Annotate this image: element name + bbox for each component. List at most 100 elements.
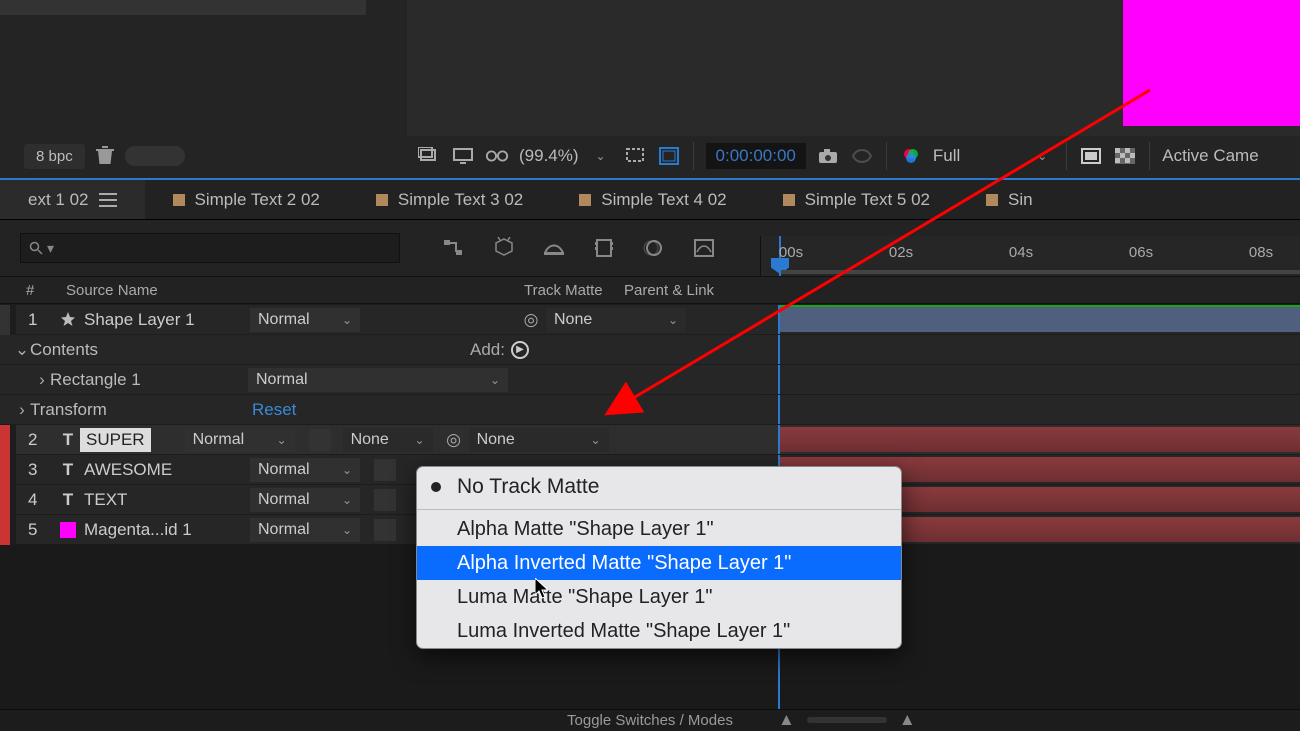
col-hash[interactable]: # bbox=[16, 282, 56, 299]
blend-mode-dropdown[interactable]: Normal⌄ bbox=[250, 458, 360, 482]
layer-color-label[interactable] bbox=[0, 425, 10, 455]
matte-toggle[interactable] bbox=[374, 459, 396, 481]
transform-label: Transform bbox=[30, 400, 252, 420]
parent-dropdown[interactable]: None⌄ bbox=[546, 308, 686, 332]
rectangle-label: Rectangle 1 bbox=[50, 370, 248, 390]
menu-separator bbox=[417, 509, 901, 510]
text-layer-icon: T bbox=[56, 430, 80, 450]
work-area-bar[interactable] bbox=[781, 270, 1300, 274]
twisty-right-icon[interactable]: › bbox=[34, 370, 50, 390]
layer-columns-header: # Source Name Track Matte Parent & Link bbox=[0, 276, 1300, 304]
layer-num: 3 bbox=[16, 460, 56, 480]
hide-shy-icon[interactable] bbox=[540, 234, 568, 262]
matte-toggle[interactable] bbox=[374, 489, 396, 511]
matte-toggle[interactable] bbox=[374, 519, 396, 541]
blend-mode-dropdown[interactable]: Normal⌄ bbox=[250, 308, 360, 332]
viewer-resolution[interactable]: Full bbox=[933, 146, 960, 166]
layer-color-label[interactable] bbox=[0, 305, 10, 335]
track-matte-menu[interactable]: No Track Matte Alpha Matte "Shape Layer … bbox=[416, 466, 902, 649]
timeline-tabs: ext 1 02 Simple Text 2 02 Simple Text 3 … bbox=[0, 180, 1300, 220]
menu-label: Luma Matte "Shape Layer 1" bbox=[457, 586, 712, 609]
viewer-camera[interactable]: Active Came bbox=[1162, 146, 1258, 166]
matte-toggle[interactable] bbox=[309, 429, 331, 451]
reset-button[interactable]: Reset bbox=[252, 400, 296, 420]
layer-name[interactable]: SUPER bbox=[80, 428, 151, 452]
tab-comp-4[interactable]: Simple Text 4 02 bbox=[551, 180, 754, 219]
color-preview-icon[interactable] bbox=[850, 144, 874, 168]
camera-icon[interactable] bbox=[816, 144, 840, 168]
viewer-timecode[interactable]: 0:00:00:00 bbox=[706, 143, 806, 169]
blend-mode-dropdown[interactable]: Normal⌄ bbox=[250, 488, 360, 512]
bpc-chip[interactable]: 8 bpc bbox=[24, 144, 85, 169]
layer-name[interactable]: Shape Layer 1 bbox=[80, 310, 250, 330]
layers-icon[interactable] bbox=[417, 144, 441, 168]
matte-option-alpha[interactable]: Alpha Matte "Shape Layer 1" bbox=[417, 512, 901, 546]
3d-renderer-icon[interactable] bbox=[490, 234, 518, 262]
zoom-out-icon[interactable]: ▲ bbox=[778, 710, 795, 730]
pickwhip-icon[interactable]: ◎ bbox=[441, 428, 467, 452]
tab-comp-1[interactable]: ext 1 02 bbox=[0, 180, 145, 219]
star-icon bbox=[56, 312, 80, 328]
col-parent-link[interactable]: Parent & Link bbox=[624, 282, 824, 299]
pickwhip-icon[interactable]: ◎ bbox=[518, 308, 544, 332]
frame-blend-icon[interactable] bbox=[590, 234, 618, 262]
composition-viewer[interactable] bbox=[407, 0, 1300, 136]
layer-color-label[interactable] bbox=[0, 455, 10, 485]
comp-icon bbox=[579, 194, 591, 206]
tab-comp-3[interactable]: Simple Text 3 02 bbox=[348, 180, 551, 219]
ruler-tick: 06s bbox=[1129, 244, 1153, 261]
menu-label: No Track Matte bbox=[457, 475, 599, 499]
track-matte-dropdown[interactable]: None⌄ bbox=[343, 428, 433, 452]
twisty-right-icon[interactable]: › bbox=[14, 400, 30, 420]
parent-dropdown[interactable]: None⌄ bbox=[469, 428, 609, 452]
shape-mode-dropdown[interactable]: Normal⌄ bbox=[248, 368, 508, 392]
col-track-matte[interactable]: Track Matte bbox=[434, 282, 624, 299]
motion-blur-icon[interactable] bbox=[640, 234, 668, 262]
tab-comp-5[interactable]: Simple Text 5 02 bbox=[755, 180, 958, 219]
layer-name[interactable]: Magenta...id 1 bbox=[80, 520, 250, 540]
transparency-grid-icon[interactable] bbox=[1113, 144, 1137, 168]
zoom-slider[interactable] bbox=[807, 717, 887, 723]
mask-glasses-icon[interactable] bbox=[485, 144, 509, 168]
monitor-icon[interactable] bbox=[451, 144, 475, 168]
layer-num: 4 bbox=[16, 490, 56, 510]
layer-name[interactable]: AWESOME bbox=[80, 460, 250, 480]
view1-icon[interactable] bbox=[1079, 144, 1103, 168]
layer-name[interactable]: TEXT bbox=[80, 490, 250, 510]
project-zoom-slider[interactable] bbox=[125, 146, 185, 166]
layer-search-input[interactable]: ▾ bbox=[20, 233, 400, 263]
project-panel-strip bbox=[0, 0, 366, 15]
trash-icon[interactable] bbox=[93, 144, 117, 168]
tab-label: Simple Text 4 02 bbox=[601, 190, 726, 210]
comp-flowchart-icon[interactable] bbox=[440, 234, 468, 262]
safe-zones-icon[interactable] bbox=[657, 144, 681, 168]
tab-label: Sin bbox=[1008, 190, 1033, 210]
matte-option-none[interactable]: No Track Matte bbox=[417, 467, 901, 507]
tab-comp-2[interactable]: Simple Text 2 02 bbox=[145, 180, 348, 219]
roi-icon[interactable] bbox=[623, 144, 647, 168]
graph-editor-icon[interactable] bbox=[690, 234, 718, 262]
layer-color-label[interactable] bbox=[0, 485, 10, 515]
ruler-tick: 08s bbox=[1249, 244, 1273, 261]
bullet-icon bbox=[431, 482, 441, 492]
zoom-in-icon[interactable]: ▲ bbox=[899, 710, 916, 730]
matte-option-alpha-inverted[interactable]: Alpha Inverted Matte "Shape Layer 1" bbox=[417, 546, 901, 580]
viewer-zoom[interactable]: (99.4%) bbox=[519, 146, 579, 166]
time-ruler[interactable]: 00s 02s 04s 06s 08s bbox=[760, 236, 1300, 276]
twisty-down-icon[interactable]: ⌄ bbox=[14, 340, 30, 360]
toggle-switches-button[interactable]: Toggle Switches / Modes bbox=[567, 712, 733, 729]
blend-mode-dropdown[interactable]: Normal⌄ bbox=[185, 428, 295, 452]
channels-icon[interactable] bbox=[899, 144, 923, 168]
res-caret-icon[interactable]: ⌄ bbox=[1030, 144, 1054, 168]
matte-option-luma[interactable]: Luma Matte "Shape Layer 1" bbox=[417, 580, 901, 614]
matte-option-luma-inverted[interactable]: Luma Inverted Matte "Shape Layer 1" bbox=[417, 614, 901, 648]
text-layer-icon: T bbox=[56, 490, 80, 510]
col-source-name[interactable]: Source Name bbox=[56, 282, 314, 299]
zoom-caret-icon[interactable]: ⌄ bbox=[589, 144, 613, 168]
add-button-icon[interactable]: ▶ bbox=[511, 341, 529, 359]
mouse-cursor-icon bbox=[535, 578, 553, 606]
tab-comp-6[interactable]: Sin bbox=[958, 180, 1061, 219]
blend-mode-dropdown[interactable]: Normal⌄ bbox=[250, 518, 360, 542]
tab-menu-icon[interactable] bbox=[99, 193, 117, 207]
layer-color-label[interactable] bbox=[0, 515, 10, 545]
